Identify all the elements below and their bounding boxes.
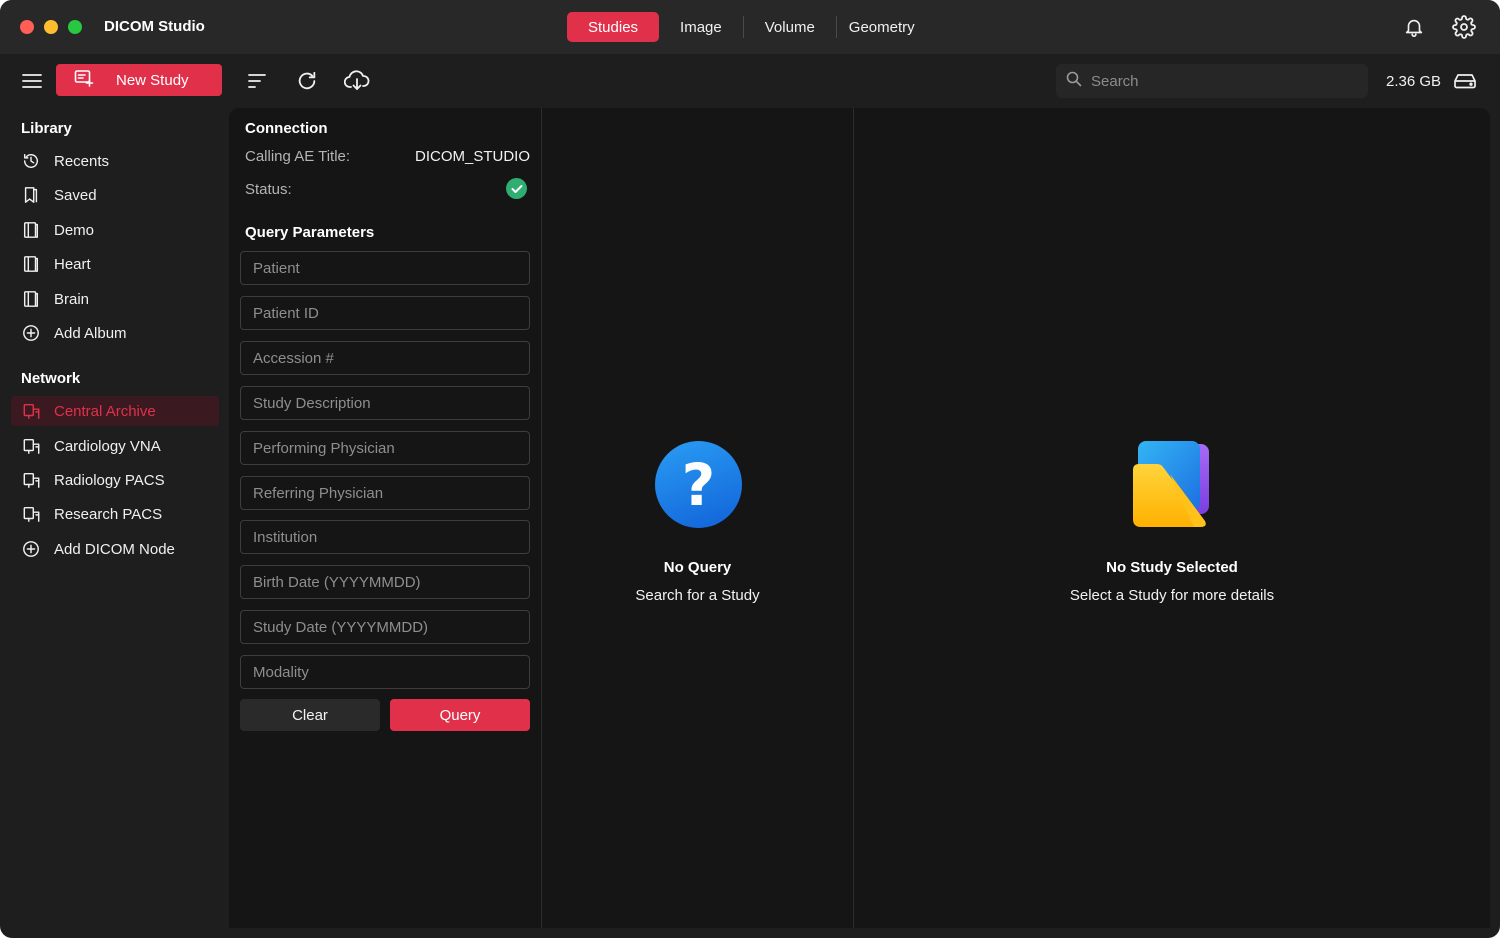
sidebar-item-cardiology-vna[interactable]: Cardiology VNA [11,431,219,461]
sidebar-item-saved[interactable]: Saved [11,180,219,210]
connection-title: Connection [245,120,328,137]
sidebar-item-label: Cardiology VNA [54,437,161,455]
search-input[interactable] [1091,72,1351,90]
sidebar-item-brain[interactable]: Brain [11,284,219,314]
details-empty-subtitle: Select a Study for more details [1069,587,1275,604]
sidebar-item-central-archive[interactable]: Central Archive [11,396,219,426]
drive-icon[interactable] [1451,67,1479,95]
sidebar-item-label: Heart [54,255,91,273]
accession-input[interactable] [241,342,529,374]
study-date-input[interactable] [241,611,529,643]
sort-icon[interactable] [243,67,271,95]
network-section-title: Network [21,370,81,387]
institution-input[interactable] [241,521,529,553]
accession-field[interactable] [240,341,530,375]
birth-date-field[interactable] [240,565,530,599]
network-node-icon [21,504,41,524]
plus-circle-icon [21,539,41,559]
sidebar-item-demo[interactable]: Demo [11,215,219,245]
birth-date-input[interactable] [241,566,529,598]
tab-image[interactable]: Image [659,12,743,42]
results-panel: ? No Query Search for a Study [541,108,853,928]
study-date-field[interactable] [240,610,530,644]
tab-volume[interactable]: Volume [744,12,836,42]
sidebar-item-add-album[interactable]: Add Album [11,318,219,348]
search-box[interactable] [1056,64,1368,98]
album-icon [21,289,41,309]
query-parameters-title: Query Parameters [245,224,375,241]
results-empty-title: No Query [663,559,732,576]
calling-ae-label: Calling AE Title: [245,148,351,165]
view-tabs: Studies Image Volume Geometry [567,12,936,42]
sidebar: Library Recents Saved Demo Heart Brain A… [0,108,229,938]
sidebar-item-label: Research PACS [54,505,163,523]
title-bar: DICOM Studio Studies Image Volume Geomet… [0,0,1500,54]
clock-icon [21,151,41,171]
patient-input[interactable] [241,252,529,284]
new-study-icon [74,69,94,91]
storage-usage: 2.36 GB [1386,73,1442,90]
new-study-label: New Study [116,71,189,89]
app-title: DICOM Studio [104,18,205,35]
sidebar-item-heart[interactable]: Heart [11,249,219,279]
details-panel: No Study Selected Select a Study for mor… [853,108,1490,928]
network-node-icon [21,436,41,456]
plus-circle-icon [21,323,41,343]
refresh-icon[interactable] [293,67,321,95]
sidebar-item-label: Add Album [54,324,127,342]
query-panel: Connection Calling AE Title: DICOM_STUDI… [229,108,541,928]
window-minimize-button[interactable] [44,20,58,34]
performing-physician-input[interactable] [241,432,529,464]
new-study-button[interactable]: New Study [56,64,222,96]
study-description-field[interactable] [240,386,530,420]
sidebar-item-add-dicom-node[interactable]: Add DICOM Node [11,534,219,564]
patient-id-field[interactable] [240,296,530,330]
sidebar-item-label: Add DICOM Node [54,540,175,558]
search-icon [1066,71,1082,92]
bell-icon[interactable] [1400,13,1428,41]
referring-physician-input[interactable] [241,477,529,509]
tab-studies[interactable]: Studies [567,12,660,42]
sidebar-item-label: Radiology PACS [54,471,165,489]
question-mark-icon: ? [655,441,742,528]
details-empty-title: No Study Selected [1106,559,1238,576]
performing-physician-field[interactable] [240,431,530,465]
study-description-input[interactable] [241,387,529,419]
window-maximize-button[interactable] [68,20,82,34]
network-node-icon [21,401,41,421]
sidebar-item-label: Recents [54,152,110,170]
patient-id-input[interactable] [241,297,529,329]
referring-physician-field[interactable] [240,476,530,510]
sidebar-item-research-pacs[interactable]: Research PACS [11,499,219,529]
menu-icon[interactable] [18,67,46,95]
cloud-download-icon[interactable] [343,67,371,95]
results-empty-subtitle: Search for a Study [635,587,760,604]
sidebar-item-label: Brain [54,290,90,308]
album-icon [21,254,41,274]
sidebar-item-recents[interactable]: Recents [11,146,219,176]
album-icon [21,220,41,240]
modality-field[interactable] [240,655,530,689]
institution-field[interactable] [240,520,530,554]
status-connected-icon [506,178,527,199]
modality-input[interactable] [241,656,529,688]
sidebar-item-radiology-pacs[interactable]: Radiology PACS [11,465,219,495]
tab-geometry[interactable]: Geometry [837,12,936,42]
folder-icon [1130,440,1214,535]
window-close-button[interactable] [20,20,34,34]
bookmark-icon [21,185,41,205]
sidebar-item-label: Saved [54,186,97,204]
toolbar: New Study 2.36 GB [0,54,1500,108]
library-section-title: Library [21,120,72,137]
status-label: Status: [245,181,292,198]
clear-button[interactable]: Clear [240,699,380,731]
sidebar-item-label: Demo [54,221,95,239]
app-window: DICOM Studio Studies Image Volume Geomet… [0,0,1500,938]
sidebar-item-label: Central Archive [54,402,156,420]
gear-icon[interactable] [1450,13,1478,41]
calling-ae-value: DICOM_STUDIO [414,148,530,165]
patient-field[interactable] [240,251,530,285]
network-node-icon [21,470,41,490]
query-button[interactable]: Query [390,699,530,731]
